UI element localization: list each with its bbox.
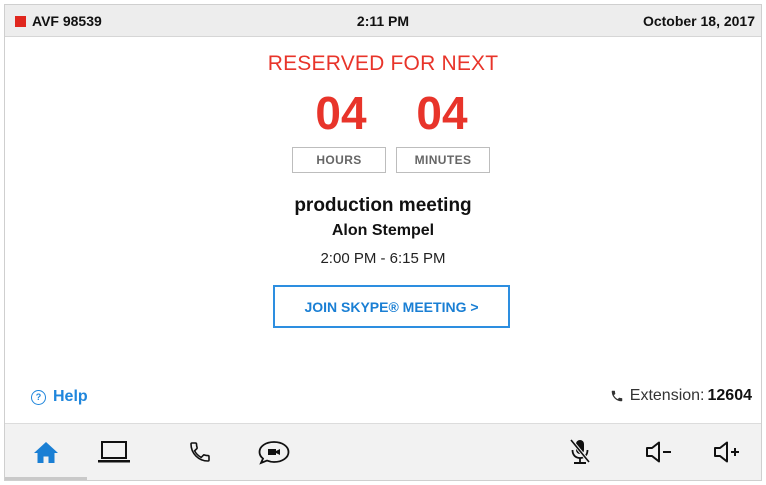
- extension-info: Extension: 12604: [610, 387, 752, 405]
- current-date: October 18, 2017: [642, 13, 755, 29]
- status-bar: AVF 98539 2:11 PM October 18, 2017: [5, 5, 761, 37]
- nav-volume-up-button[interactable]: [703, 424, 751, 480]
- volume-up-icon: [714, 441, 739, 463]
- room-name-text: AVF 98539: [32, 13, 102, 29]
- help-label: Help: [53, 388, 88, 405]
- extension-label: Extension:: [629, 387, 705, 404]
- reservation-heading: RESERVED FOR NEXT: [267, 52, 499, 75]
- nav-conference-button[interactable]: [250, 424, 298, 480]
- room-name: AVF 98539: [15, 5, 102, 37]
- phone-icon: [611, 390, 623, 402]
- bottom-nav-bar: [5, 423, 761, 480]
- question-icon: ?: [31, 389, 46, 405]
- meeting-title: production meeting: [294, 195, 472, 216]
- mic-muted-icon: [569, 438, 591, 464]
- hours-label: HOURS: [292, 147, 386, 173]
- active-tab-indicator: [5, 477, 87, 480]
- join-skype-meeting-button[interactable]: JOIN SKYPE® MEETING >: [273, 285, 510, 328]
- nav-phone-button[interactable]: [176, 424, 224, 480]
- chat-video-icon: [258, 441, 290, 465]
- nav-home-button[interactable]: [22, 424, 70, 480]
- meeting-organizer: Alon Stempel: [331, 222, 435, 239]
- volume-down-icon: [646, 441, 671, 463]
- minutes-label: MINUTES: [396, 147, 490, 173]
- nav-laptop-button[interactable]: [90, 424, 138, 480]
- status-indicator-icon: [15, 15, 26, 27]
- home-icon: [34, 442, 58, 463]
- laptop-icon: [98, 441, 130, 463]
- minutes-value: 04: [416, 87, 468, 139]
- meeting-time-range: 2:00 PM - 6:15 PM: [320, 250, 446, 267]
- help-button[interactable]: ? Help: [31, 388, 88, 406]
- extension-number: 12604: [707, 387, 753, 404]
- hours-value: 04: [315, 87, 367, 139]
- nav-volume-down-button[interactable]: [635, 424, 683, 480]
- phone-icon: [190, 442, 210, 462]
- nav-mic-mute-button[interactable]: [556, 424, 604, 480]
